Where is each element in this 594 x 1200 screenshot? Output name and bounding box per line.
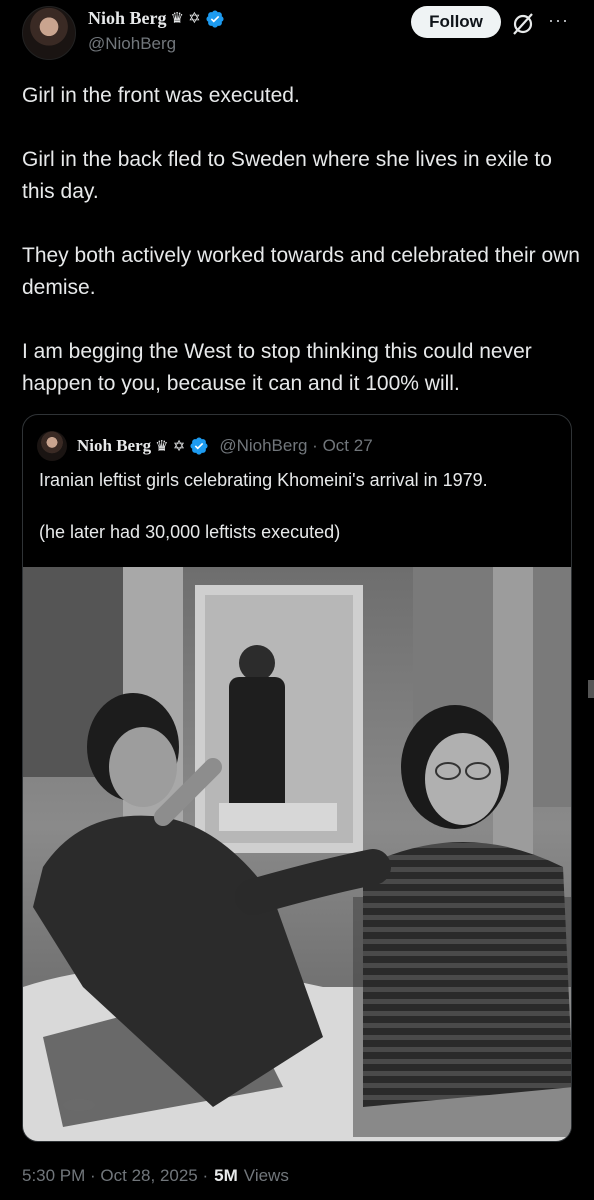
views-label: Views (243, 1166, 289, 1185)
views-count: 5M (214, 1166, 238, 1185)
quoted-post-body: Iranian leftist girls celebrating Khomei… (39, 467, 559, 545)
author-handle[interactable]: @NiohBerg (88, 34, 176, 54)
grok-slash-icon[interactable] (510, 11, 536, 37)
quoted-paragraph: Iranian leftist girls celebrating Khomei… (39, 470, 488, 490)
post-metadata: 5:30 PM · Oct 28, 2025 · 5M Views (22, 1166, 289, 1186)
post-paragraph: I am begging the West to stop thinking t… (22, 340, 538, 395)
more-dots-icon[interactable]: ··· (548, 10, 569, 31)
post-paragraph: Girl in the back fled to Sweden where sh… (22, 148, 558, 203)
post-body: Girl in the front was executed. Girl in … (22, 80, 582, 400)
quoted-handle-date: @NiohBerg · Oct 27 (219, 436, 373, 455)
quoted-post-card[interactable]: Nioh Berg ♛ ✡ @NiohBerg · Oct 27 Iranian… (22, 414, 572, 1142)
quoted-post-header: Nioh Berg ♛ ✡ @NiohBerg · Oct 27 (37, 431, 373, 461)
scrollbar-thumb[interactable] (588, 680, 594, 698)
quoted-name-glyphs: ♛ ✡ (155, 437, 186, 455)
verified-badge-icon (190, 437, 208, 455)
avatar[interactable] (22, 6, 76, 60)
black-and-white-photo (23, 567, 571, 1141)
name-emoji-glyphs: ♛ ✡ (170, 10, 201, 27)
post-header: Nioh Berg ♛ ✡ @NiohBerg Follow ··· (0, 0, 594, 70)
follow-button[interactable]: Follow (411, 6, 501, 38)
quoted-avatar[interactable] (37, 431, 67, 461)
verified-badge-icon (206, 9, 224, 28)
author-name-row[interactable]: Nioh Berg ♛ ✡ (88, 8, 225, 29)
author-display-name[interactable]: Nioh Berg (88, 8, 167, 29)
quoted-paragraph: (he later had 30,000 leftists executed) (39, 522, 341, 542)
post-paragraph: They both actively worked towards and ce… (22, 244, 586, 299)
quoted-display-name: Nioh Berg (77, 436, 152, 455)
quoted-post-photo[interactable] (23, 567, 571, 1141)
post-paragraph: Girl in the front was executed. (22, 84, 300, 107)
post-timestamp[interactable]: 5:30 PM · Oct 28, 2025 · (22, 1166, 208, 1186)
